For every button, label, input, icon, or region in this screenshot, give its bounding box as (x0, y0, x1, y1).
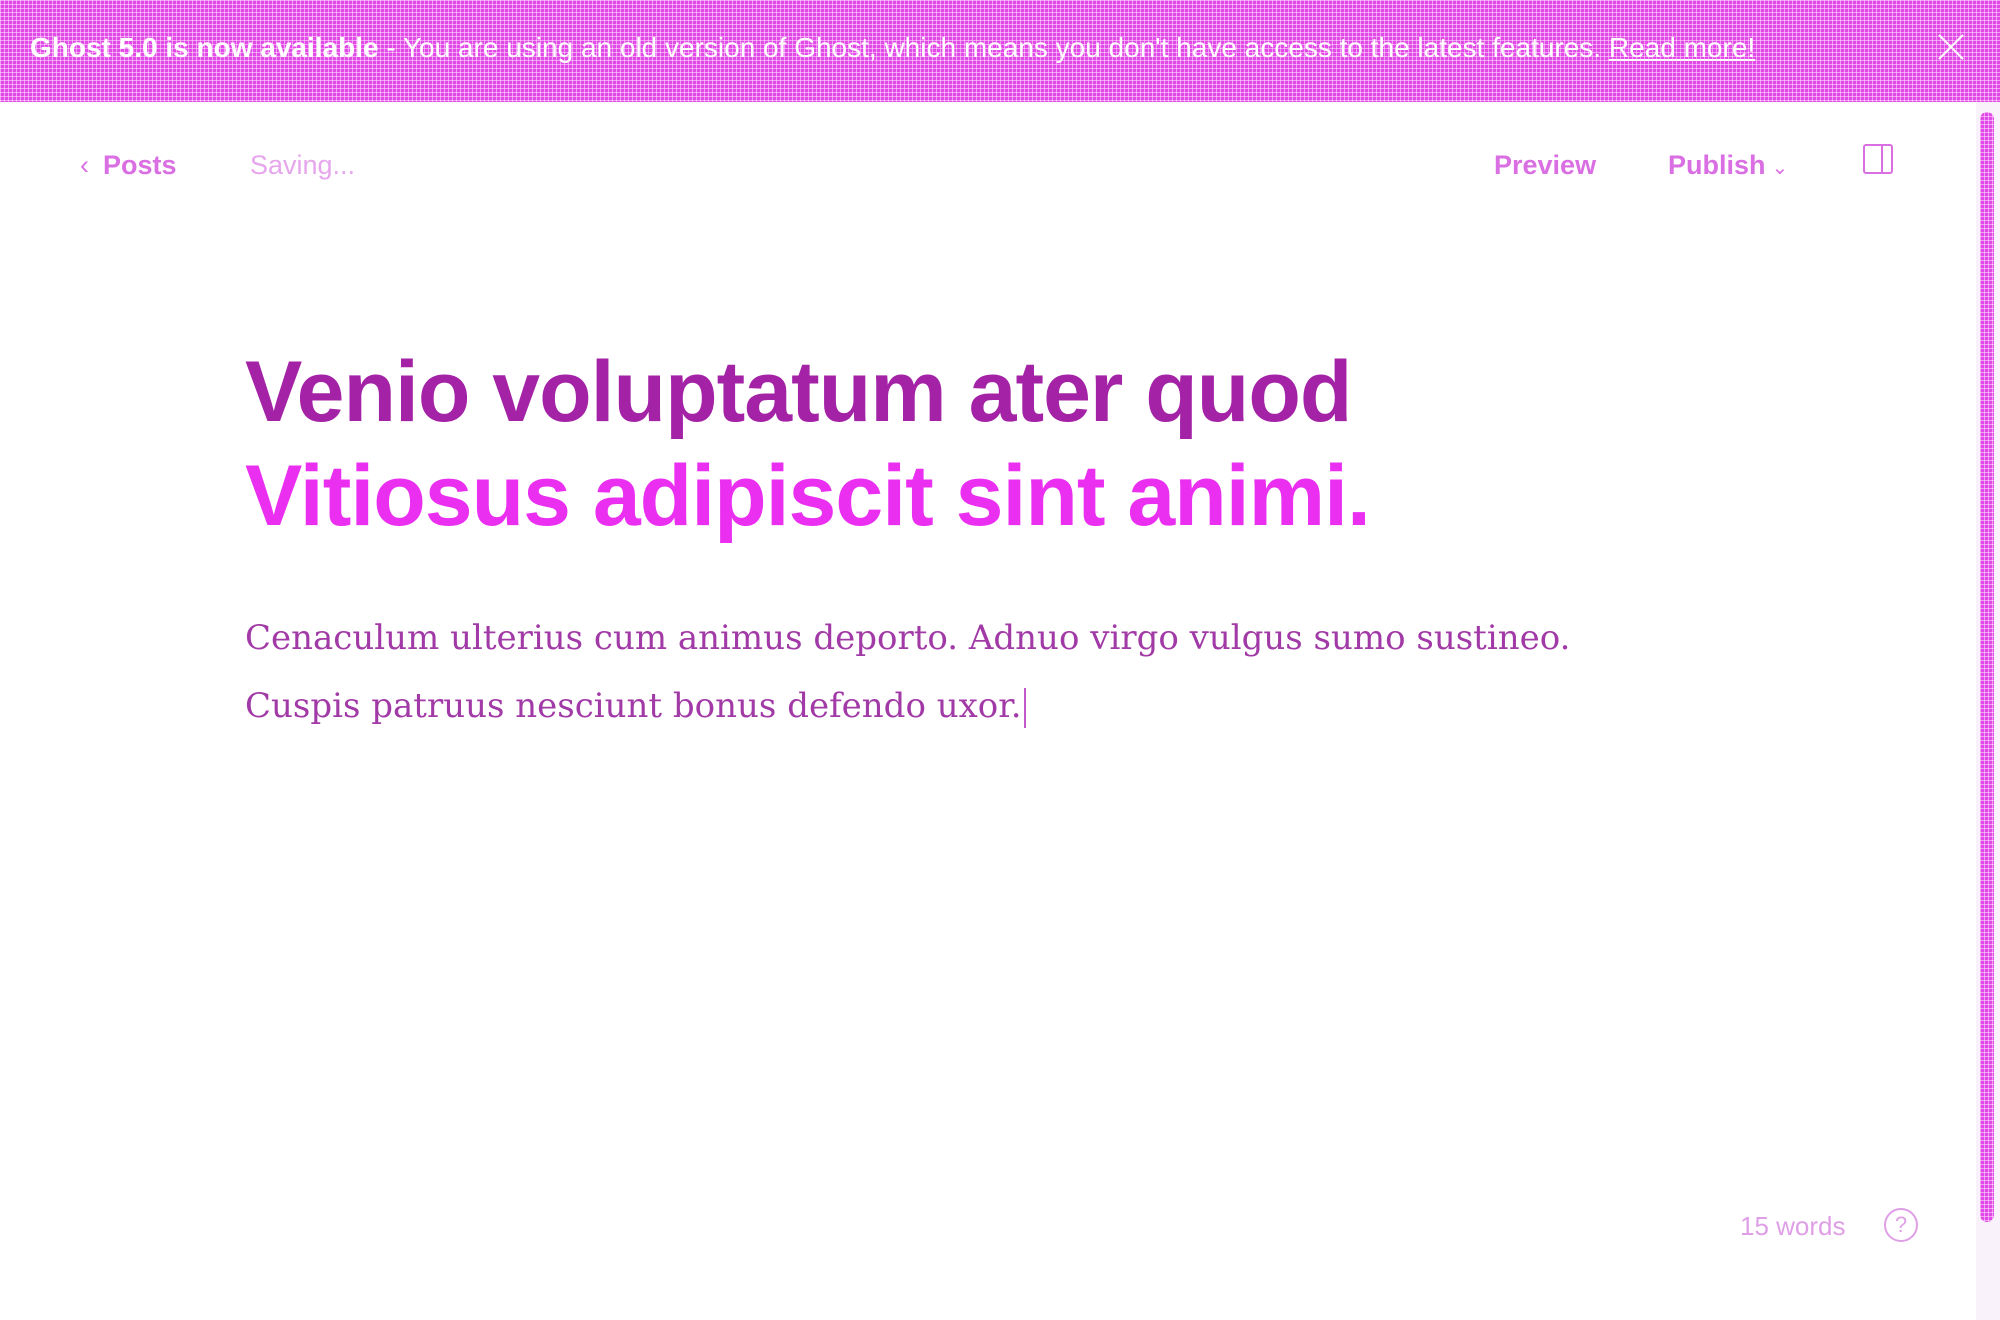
help-icon[interactable]: ? (1884, 1208, 1918, 1242)
word-count: 15 words (1740, 1211, 1846, 1241)
publish-button[interactable]: Publish ⌄ (1668, 150, 1788, 181)
post-body-line-1: Cenaculum ulterius cum animus deporto. A… (245, 618, 1571, 658)
save-status: Saving... (250, 150, 356, 180)
post-body-line-2-text: Cuspis patruus nesciunt bonus defendo ux… (245, 686, 1022, 726)
sidebar-toggle-icon[interactable] (1863, 144, 1893, 174)
chevron-down-icon: ⌄ (1771, 157, 1789, 179)
editor-toolbar: ‹ Posts Saving... Preview Publish ⌄ (0, 102, 1975, 232)
post-editor[interactable]: Venio voluptatum ater quod Vitiosus adip… (245, 340, 1745, 740)
post-title-line-1: Venio voluptatum ater quod (245, 344, 1352, 440)
post-title-line-2: Vitiosus adipiscit sint animi. (245, 448, 1371, 544)
back-label: Posts (103, 150, 177, 180)
publish-label: Publish (1668, 150, 1766, 180)
preview-button[interactable]: Preview (1494, 150, 1596, 181)
update-banner: Ghost 5.0 is now available - You are usi… (0, 0, 2000, 102)
banner-title: Ghost 5.0 is now available (30, 32, 379, 63)
text-cursor (1023, 688, 1026, 728)
post-body[interactable]: Cenaculum ulterius cum animus deporto. A… (245, 604, 1745, 740)
back-to-posts-link[interactable]: ‹ Posts (80, 150, 177, 181)
post-body-line-2: Cuspis patruus nesciunt bonus defendo ux… (245, 672, 1745, 740)
chevron-left-icon: ‹ (80, 150, 89, 180)
banner-text: Ghost 5.0 is now available - You are usi… (30, 32, 1755, 64)
banner-read-more-link[interactable]: Read more! (1609, 32, 1755, 63)
banner-message: - You are using an old version of Ghost,… (378, 32, 1609, 63)
post-title[interactable]: Venio voluptatum ater quod Vitiosus adip… (245, 340, 1745, 548)
close-icon[interactable] (1934, 30, 1968, 64)
scrollbar-thumb[interactable] (1980, 112, 1994, 1222)
